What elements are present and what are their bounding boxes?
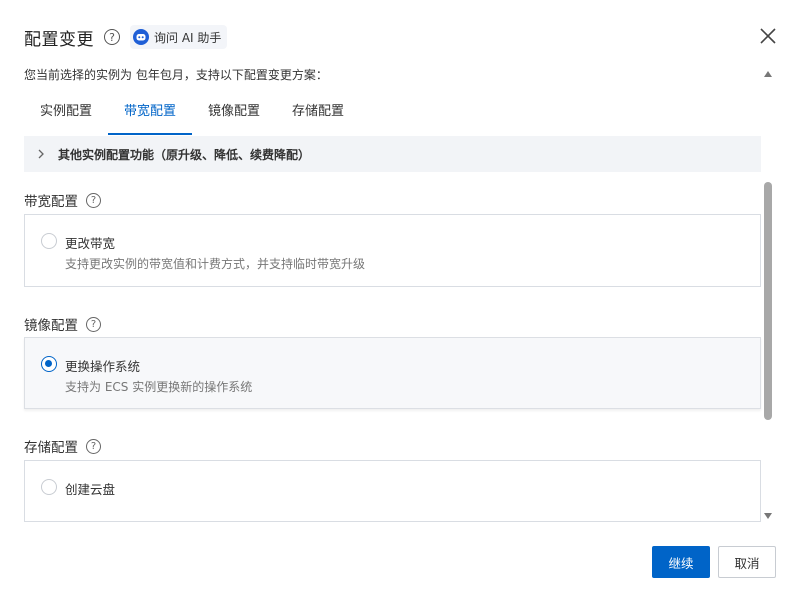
scrollbar-thumb[interactable] (764, 182, 772, 420)
section-title-storage: 存储配置 ? (24, 436, 101, 456)
scroll-content: 实例配置 带宽配置 镜像配置 存储配置 其他实例配置功能（原升级、降低、续费降配… (0, 92, 770, 523)
option-title: 创建云盘 (65, 482, 116, 497)
close-icon[interactable] (758, 26, 778, 46)
section-title-text: 存储配置 (24, 440, 78, 456)
dialog-title: 配置变更 (24, 29, 94, 50)
option-description: 支持更改实例的带宽值和计费方式，并支持临时带宽升级 (65, 257, 366, 271)
option-change-bandwidth[interactable]: 更改带宽 支持更改实例的带宽值和计费方式，并支持临时带宽升级 (24, 214, 761, 287)
help-icon[interactable]: ? (86, 192, 101, 208)
option-description: 支持为 ECS 实例更换新的操作系统 (65, 380, 253, 394)
radio-change-bandwidth[interactable] (41, 233, 57, 249)
option-change-os[interactable]: 更换操作系统 支持为 ECS 实例更换新的操作系统 (24, 337, 761, 409)
option-title: 更换操作系统 (65, 359, 141, 374)
help-icon[interactable]: ? (104, 29, 120, 45)
tab-image-config[interactable]: 镜像配置 (192, 92, 276, 135)
option-create-disk[interactable]: 创建云盘 (24, 460, 761, 522)
radio-change-os[interactable] (41, 356, 57, 372)
radio-create-disk[interactable] (41, 479, 57, 495)
other-config-collapse[interactable]: 其他实例配置功能（原升级、降低、续费降配） (24, 136, 761, 172)
section-title-text: 镜像配置 (24, 318, 78, 334)
ai-assistant-label: 询问 AI 助手 (154, 30, 222, 45)
tab-instance-config[interactable]: 实例配置 (24, 92, 108, 135)
scroll-up-arrow-icon[interactable] (764, 70, 772, 78)
robot-icon (133, 29, 149, 45)
config-tabs: 实例配置 带宽配置 镜像配置 存储配置 (24, 92, 761, 135)
collapse-label: 其他实例配置功能（原升级、降低、续费降配） (58, 147, 311, 162)
scroll-down-arrow-icon[interactable] (764, 512, 772, 520)
chevron-right-icon (38, 149, 44, 159)
option-title: 更改带宽 (65, 236, 116, 251)
instance-billing-note: 您当前选择的实例为 包年包月，支持以下配置变更方案： (24, 68, 328, 82)
section-title-text: 带宽配置 (24, 194, 78, 210)
cancel-button[interactable]: 取消 (718, 546, 776, 578)
dialog-header: 配置变更 ? 询问 AI 助手 (24, 24, 228, 50)
config-change-dialog: 配置变更 ? 询问 AI 助手 您当前选择的实例为 包年包月，支持以下配置变更方… (0, 0, 798, 599)
section-title-bandwidth: 带宽配置 ? (24, 190, 101, 210)
section-title-image: 镜像配置 ? (24, 314, 101, 334)
tab-bandwidth-config[interactable]: 带宽配置 (108, 92, 193, 135)
continue-button[interactable]: 继续 (652, 546, 710, 578)
help-icon[interactable]: ? (86, 316, 101, 332)
vertical-scrollbar[interactable] (762, 66, 774, 524)
tab-storage-config[interactable]: 存储配置 (276, 92, 360, 135)
help-icon[interactable]: ? (86, 438, 101, 454)
ai-assistant-button[interactable]: 询问 AI 助手 (130, 25, 228, 49)
